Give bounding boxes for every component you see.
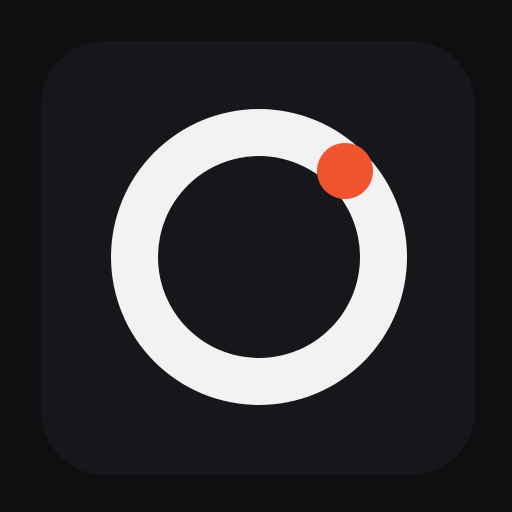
accent-dot-icon	[317, 143, 373, 199]
app-icon-canvas	[0, 0, 512, 512]
ring-graphic	[111, 109, 407, 405]
